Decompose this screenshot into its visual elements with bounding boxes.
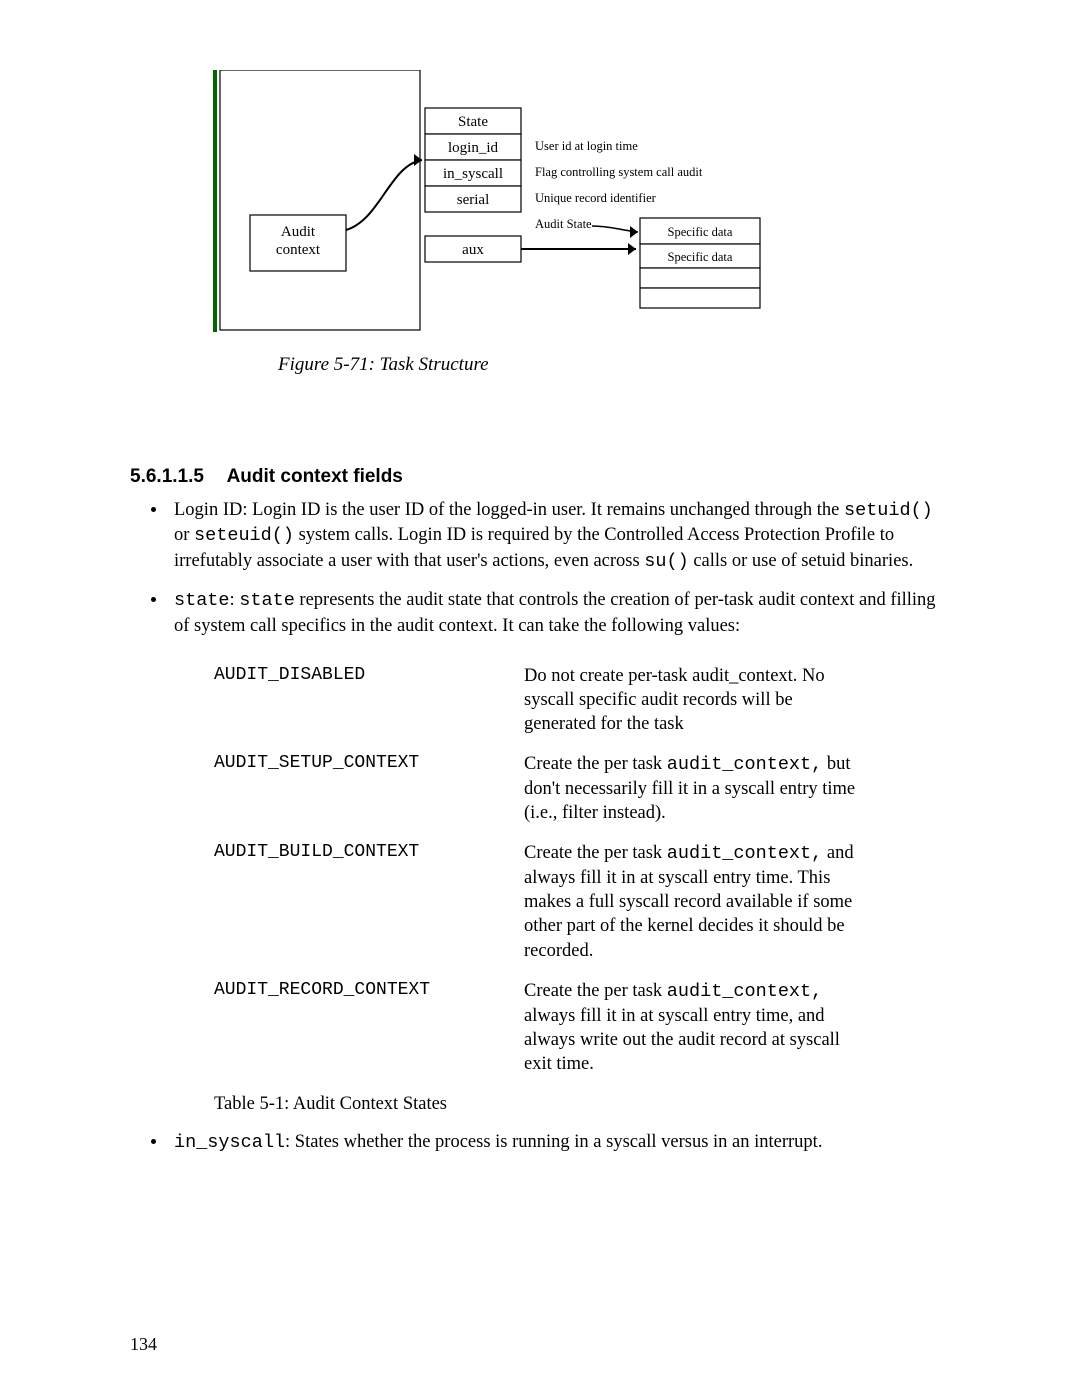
label-serial: serial	[457, 192, 489, 208]
label-aux: aux	[462, 242, 484, 258]
bullet-list: Login ID: Login ID is the user ID of the…	[150, 498, 950, 1116]
state-name: AUDIT_SETUP_CONTEXT	[214, 752, 524, 776]
task-structure-svg: Audit context State login_id in_syscall …	[200, 70, 840, 350]
bullet-in-syscall: in_syscall: States whether the process i…	[168, 1130, 950, 1155]
label-in-syscall: in_syscall	[443, 166, 503, 182]
desc-serial: Unique record identifier	[535, 191, 657, 205]
label-audit-context-line1: Audit	[281, 224, 316, 240]
table-row: AUDIT_DISABLED Do not create per-task au…	[214, 664, 950, 736]
label-audit-state: Audit State	[535, 217, 592, 231]
label-specific-data-2: Specific data	[668, 250, 733, 264]
label-audit-context-line2: context	[276, 242, 321, 258]
table-caption: Table 5-1: Audit Context States	[214, 1092, 950, 1116]
desc-login: User id at login time	[535, 139, 638, 153]
section-heading: 5.6.1.1.5 Audit context fields	[130, 466, 950, 488]
bullet-list-2: in_syscall: States whether the process i…	[150, 1130, 950, 1155]
state-desc: Create the per task audit_context, alway…	[524, 979, 869, 1076]
label-login-id: login_id	[448, 140, 499, 156]
state-desc: Do not create per-task audit_context. No…	[524, 664, 869, 736]
bullet-login-id: Login ID: Login ID is the user ID of the…	[168, 498, 950, 574]
page-number: 134	[130, 1334, 157, 1355]
table-row: AUDIT_BUILD_CONTEXT Create the per task …	[214, 841, 950, 962]
state-name: AUDIT_DISABLED	[214, 664, 524, 688]
section-number: 5.6.1.1.5	[130, 466, 222, 488]
figure-task-structure: Audit context State login_id in_syscall …	[200, 70, 950, 376]
label-state: State	[458, 114, 488, 130]
bullet-state: state: state represents the audit state …	[168, 588, 950, 1116]
section-title: Audit context fields	[227, 466, 403, 487]
state-desc: Create the per task audit_context, but d…	[524, 752, 869, 825]
table-row: AUDIT_RECORD_CONTEXT Create the per task…	[214, 979, 950, 1076]
label-specific-data-1: Specific data	[668, 225, 733, 239]
audit-state-table: AUDIT_DISABLED Do not create per-task au…	[214, 664, 950, 1076]
state-desc: Create the per task audit_context, and a…	[524, 841, 869, 962]
state-name: AUDIT_BUILD_CONTEXT	[214, 841, 524, 865]
table-row: AUDIT_SETUP_CONTEXT Create the per task …	[214, 752, 950, 825]
state-name: AUDIT_RECORD_CONTEXT	[214, 979, 524, 1003]
figure-caption: Figure 5-71: Task Structure	[278, 354, 950, 376]
desc-syscall: Flag controlling system call audit	[535, 165, 703, 179]
